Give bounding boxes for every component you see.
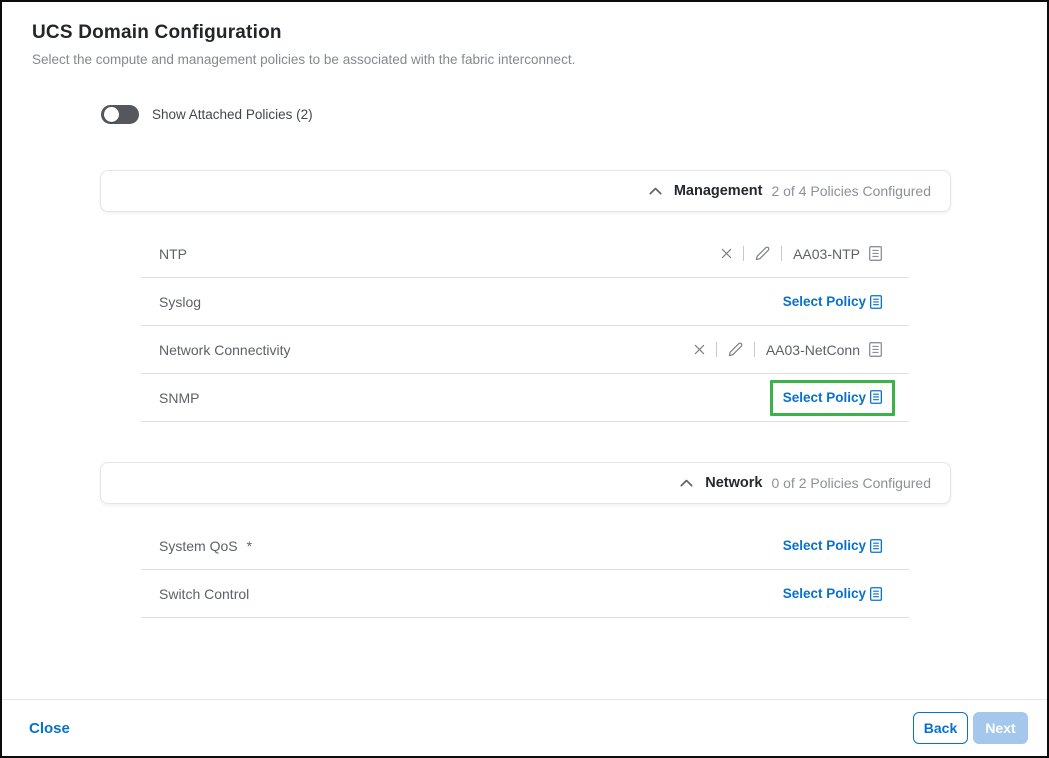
select-policy-label: Select Policy: [783, 538, 866, 553]
policy-row-network-connectivity: Network Connectivity AA03-NetConn: [141, 326, 909, 374]
policy-row-label: System QoS: [159, 538, 238, 554]
attached-policy-name: AA03-NTP: [793, 246, 860, 262]
divider: [781, 246, 782, 261]
policy-row-label: Syslog: [159, 294, 201, 310]
section-header-network[interactable]: Network 0 of 2 Policies Configured: [100, 462, 951, 504]
toggle-label: Show Attached Policies (2): [152, 107, 313, 122]
policy-document-icon: [870, 587, 882, 601]
policy-sections: Management 2 of 4 Policies Configured NT…: [100, 170, 951, 618]
close-button[interactable]: Close: [29, 720, 70, 737]
select-policy-label: Select Policy: [783, 586, 866, 601]
policy-document-icon: [870, 295, 882, 309]
section-status: 0 of 2 Policies Configured: [771, 475, 931, 491]
policy-row-switch-control: Switch Control Select Policy: [141, 570, 909, 618]
attached-policy-controls: AA03-NTP: [721, 246, 882, 262]
page-title: UCS Domain Configuration: [32, 22, 1017, 44]
select-policy-controls: Select Policy: [783, 538, 882, 553]
attached-policy-controls: AA03-NetConn: [694, 342, 882, 358]
policy-row-label: SNMP: [159, 390, 199, 406]
select-policy-link-syslog[interactable]: Select Policy: [783, 294, 882, 309]
select-policy-wrap: Select Policy: [783, 294, 882, 309]
attached-policy-name: AA03-NetConn: [766, 342, 860, 358]
chevron-up-icon[interactable]: [680, 479, 693, 487]
page-subtitle: Select the compute and management polici…: [32, 52, 1017, 67]
policy-row-snmp: SNMP Select Policy: [141, 374, 909, 422]
policy-row-label: Network Connectivity: [159, 342, 291, 358]
policy-row-label: Switch Control: [159, 586, 249, 602]
back-button[interactable]: Back: [913, 712, 968, 744]
select-policy-link-switch-control[interactable]: Select Policy: [783, 586, 882, 601]
divider: [743, 246, 744, 261]
policy-row-syslog: Syslog Select Policy: [141, 278, 909, 326]
select-policy-label: Select Policy: [783, 294, 866, 309]
divider: [716, 342, 717, 357]
divider: [754, 342, 755, 357]
policy-row-ntp: NTP AA03-NTP: [141, 230, 909, 278]
required-marker: *: [247, 538, 252, 554]
next-button: Next: [973, 712, 1028, 744]
select-policy-wrap: Select Policy: [783, 586, 882, 601]
remove-policy-icon-ntp[interactable]: [721, 248, 732, 259]
section-status: 2 of 4 Policies Configured: [771, 183, 931, 199]
select-policy-label: Select Policy: [783, 390, 866, 405]
show-attached-policies-row: Show Attached Policies (2): [101, 105, 313, 124]
policy-document-icon: [870, 390, 882, 404]
toggle-knob: [104, 107, 119, 122]
show-attached-policies-toggle[interactable]: [101, 105, 139, 124]
section-rows: NTP AA03-NTP Syslog Select Policy: [141, 230, 909, 422]
section-header-management[interactable]: Management 2 of 4 Policies Configured: [100, 170, 951, 212]
section-name: Network: [705, 475, 762, 491]
section-name: Management: [674, 183, 763, 199]
select-policy-controls: Select Policy: [783, 294, 882, 309]
wizard-footer: Close Back Next: [2, 699, 1047, 756]
select-policy-controls: Select Policy: [783, 586, 882, 601]
select-policy-wrap: Select Policy: [783, 538, 882, 553]
ucs-domain-configuration-dialog: UCS Domain Configuration Select the comp…: [0, 0, 1049, 758]
remove-policy-icon-network-connectivity[interactable]: [694, 344, 705, 355]
policy-row-label: NTP: [159, 246, 187, 262]
page-header: UCS Domain Configuration Select the comp…: [32, 22, 1017, 67]
select-policy-link-snmp[interactable]: Select Policy: [783, 390, 882, 405]
policy-document-icon: [869, 246, 882, 261]
section-management: Management 2 of 4 Policies Configured NT…: [100, 170, 951, 422]
section-network: Network 0 of 2 Policies Configured Syste…: [100, 462, 951, 618]
policy-document-icon: [869, 342, 882, 357]
policy-row-system-qos: System QoS * Select Policy: [141, 522, 909, 570]
policy-document-icon: [870, 539, 882, 553]
select-policy-controls: Select Policy: [770, 380, 882, 416]
section-rows: System QoS * Select Policy Switch Contro…: [141, 522, 909, 618]
highlight-box-snmp: Select Policy: [770, 380, 895, 416]
edit-policy-icon-network-connectivity[interactable]: [728, 342, 743, 357]
edit-policy-icon-ntp[interactable]: [755, 246, 770, 261]
chevron-up-icon[interactable]: [649, 187, 662, 195]
select-policy-link-system-qos[interactable]: Select Policy: [783, 538, 882, 553]
